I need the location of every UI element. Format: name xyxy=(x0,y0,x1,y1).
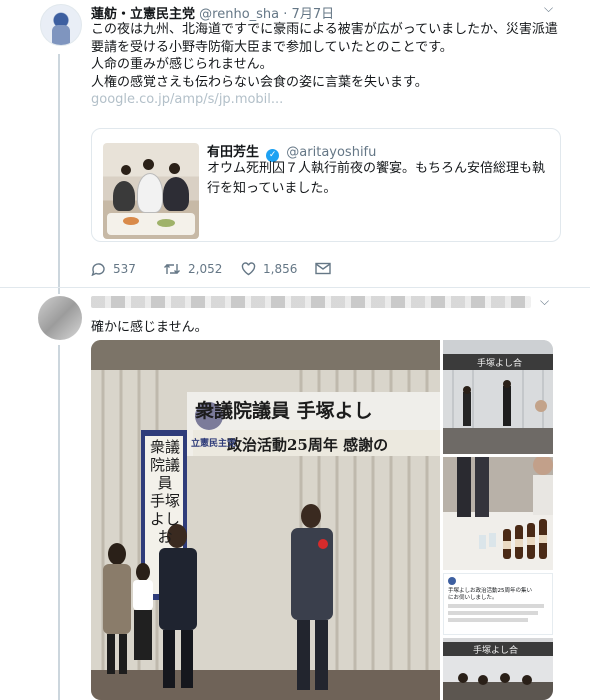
banner-text-1: 衆議院議員 手塚よし xyxy=(195,400,373,422)
photo-main[interactable]: 衆議院議員 手塚よし 政治活動25周年 感謝の 立憲民主党 衆議院議員 手塚よし… xyxy=(91,340,440,700)
direct-message-button[interactable] xyxy=(315,262,331,275)
reply-icon xyxy=(91,263,105,276)
party-sign: 立憲民主党 xyxy=(191,439,237,449)
embedded-tweet-line-1: 手塚よしお政治活動25周年の集い xyxy=(448,588,532,594)
thread-line xyxy=(58,54,60,294)
tweet-date[interactable]: 7月7日 xyxy=(292,7,335,22)
quoted-author-name: 有田芳生 xyxy=(207,145,260,160)
tweet-actions: 537 2,052 1,856 xyxy=(91,262,351,278)
chevron-down-icon[interactable]: ⌵ xyxy=(540,294,549,309)
retweet-count: 2,052 xyxy=(188,262,223,276)
like-button[interactable]: 1,856 xyxy=(241,262,297,276)
author-name[interactable]: 蓮舫・立憲民主党 xyxy=(91,7,195,22)
retweet-button[interactable]: 2,052 xyxy=(163,262,222,276)
thumb-banner-text: 手塚よし合 xyxy=(477,359,523,369)
tweet-text: この夜は九州、北海道ですでに豪雨による被害が広がっていましたか、災害派遣要請を受… xyxy=(91,22,558,90)
tweet-header: 蓮舫・立憲民主党 @renho_sha · 7月7日 xyxy=(91,7,335,22)
divider xyxy=(0,287,590,288)
photo-side-1[interactable]: 手塚よし合 xyxy=(443,340,553,454)
thumb-banner-text: 手塚よし合 xyxy=(473,646,519,656)
heart-icon xyxy=(241,262,256,276)
author-handle[interactable]: @renho_sha xyxy=(199,7,279,22)
photo-side-2[interactable] xyxy=(443,457,553,570)
photo-grid: 衆議院議員 手塚よし 政治活動25周年 感謝の 立憲民主党 衆議院議員 手塚よし… xyxy=(91,340,553,700)
embedded-tweet-line-2: にお伺いしました。 xyxy=(448,595,498,601)
banner-text-2: 政治活動25周年 感謝の xyxy=(227,436,389,454)
quoted-tweet-image[interactable] xyxy=(103,143,199,239)
photo-side-3[interactable]: 手塚よしお政治活動25周年の集い にお伺いしました。 xyxy=(443,573,553,635)
photo-side-4[interactable]: 手塚よし合 xyxy=(443,638,553,700)
envelope-icon xyxy=(315,262,331,275)
quoted-tweet[interactable]: 有田芳生 ✓ @aritayoshifu オウム死刑囚７人執行前夜の饗宴。もちろ… xyxy=(91,128,561,242)
blurred-author-info xyxy=(91,296,531,308)
reply-count: 537 xyxy=(113,262,136,276)
like-count: 1,856 xyxy=(263,262,298,276)
reply-button[interactable]: 537 xyxy=(91,262,136,276)
tweet-link[interactable]: google.co.jp/amp/s/jp.mobil... xyxy=(91,92,283,107)
vertical-sign-text: 衆議院議員 手塚よしお xyxy=(149,438,180,546)
avatar[interactable] xyxy=(40,4,82,46)
retweet-icon xyxy=(164,264,180,274)
chevron-down-icon[interactable]: ⌵ xyxy=(544,1,553,16)
quoted-author-handle: @aritayoshifu xyxy=(286,145,377,160)
avatar xyxy=(448,577,456,585)
reply-text: 確かに感じません。 xyxy=(91,320,208,335)
thread-line xyxy=(58,345,60,700)
quoted-tweet-text: オウム死刑囚７人執行前夜の饗宴。もちろん安倍総理も執行を知っていました。 xyxy=(207,161,546,196)
blurred-avatar[interactable] xyxy=(38,296,82,340)
